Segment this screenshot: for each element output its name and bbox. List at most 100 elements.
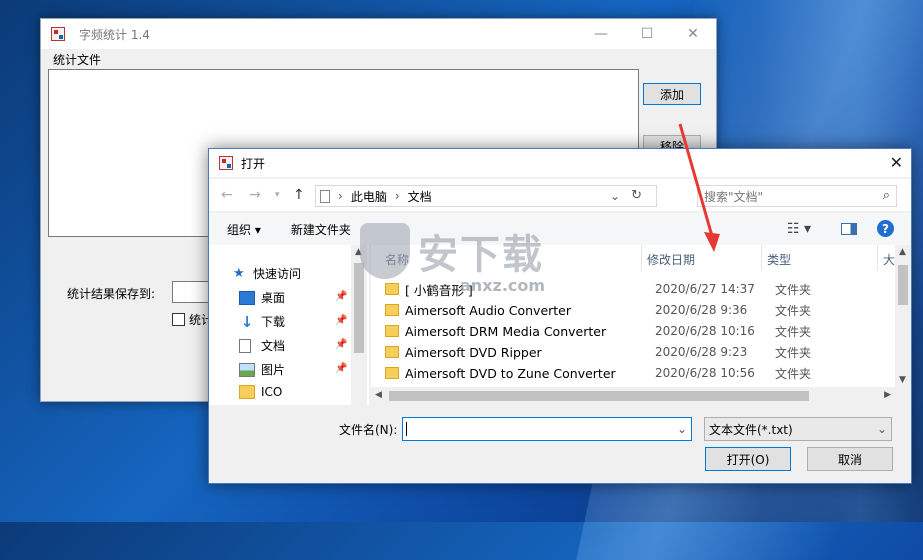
filename-input[interactable]: ⌄ (402, 417, 692, 441)
desktop-icon (239, 290, 255, 305)
list-scroll-thumb[interactable] (898, 265, 908, 305)
list-item[interactable]: Aimersoft DRM Media Converter 2020/6/28 … (385, 321, 885, 341)
document-icon (239, 338, 251, 353)
nav-ico-folder[interactable]: ICO (239, 385, 282, 399)
chevron-down-icon[interactable]: ⌄ (677, 422, 687, 436)
search-icon[interactable]: ⌕ (883, 188, 890, 203)
scroll-right-icon[interactable]: ▶ (884, 390, 891, 400)
dialog-title: 打开 (241, 156, 266, 171)
item-date: 2020/6/28 9:36 (655, 303, 748, 317)
scroll-left-icon[interactable]: ◀ (375, 390, 382, 400)
folder-icon (385, 325, 399, 337)
nav-documents[interactable]: 文档 (239, 337, 285, 354)
column-divider[interactable] (877, 245, 878, 271)
file-group-label: 统计文件 (53, 53, 102, 67)
new-folder-button[interactable]: 新建文件夹 (291, 221, 351, 238)
watermark-shield-icon (360, 223, 410, 279)
minimize-button[interactable]: — (578, 19, 624, 49)
list-vertical-scrollbar[interactable]: ▲ ▼ (895, 245, 911, 387)
document-location-icon (320, 189, 330, 203)
dialog-toolbar: 组织 ▾ 新建文件夹 ☷ ▾ ? (209, 213, 911, 245)
app-titlebar[interactable]: 字频统计 1.4 — ☐ ✕ (41, 19, 716, 49)
add-button[interactable]: 添加 (643, 83, 701, 105)
nav-downloads[interactable]: ↓ 下载 (239, 313, 285, 330)
filename-label: 文件名(N): (339, 423, 398, 437)
search-input[interactable]: 搜索"文档" (704, 188, 763, 205)
column-size[interactable]: 大 (883, 251, 895, 268)
forward-arrow-icon[interactable]: → (249, 187, 261, 203)
pin-icon: 📌 (335, 363, 348, 374)
nav-pictures[interactable]: 图片 (239, 361, 285, 378)
search-box[interactable]: 搜索"文档" ⌕ (697, 185, 897, 207)
list-item[interactable]: Aimersoft DVD to Zune Converter 2020/6/2… (385, 363, 885, 383)
horizontal-scroll-thumb[interactable] (389, 391, 809, 401)
item-date: 2020/6/28 10:56 (655, 366, 755, 380)
pin-icon: 📌 (335, 291, 348, 302)
column-date[interactable]: 修改日期 (647, 251, 695, 268)
chevron-down-icon[interactable]: ⌄ (877, 422, 887, 436)
file-type-value: 文本文件(*.txt) (709, 422, 793, 437)
preview-pane-icon[interactable] (841, 223, 857, 235)
app-title: 字频统计 1.4 (79, 27, 150, 42)
item-name: Aimersoft DVD to Zune Converter (405, 365, 616, 381)
back-arrow-icon[interactable]: ← (221, 187, 233, 203)
nav-desktop[interactable]: 桌面 (239, 289, 285, 306)
list-item[interactable]: Aimersoft Audio Converter 2020/6/28 9:36… (385, 300, 885, 320)
text-caret (406, 422, 407, 436)
star-icon: ★ (233, 266, 245, 281)
pin-icon: 📌 (335, 339, 348, 350)
save-label: 统计结果保存到: (67, 287, 156, 301)
up-arrow-icon[interactable]: ↑ (293, 187, 305, 203)
dialog-close-button[interactable]: ✕ (890, 153, 903, 172)
open-dialog: 打开 ✕ ← → ▾ ↑ › 此电脑 › 文档 ⌄ ↻ 搜索"文档" ⌕ 组织 … (208, 148, 912, 484)
folder-icon (239, 385, 255, 399)
scroll-down-icon[interactable]: ▼ (899, 375, 906, 385)
item-name: Aimersoft DRM Media Converter (405, 323, 607, 339)
item-name: Aimersoft Audio Converter (405, 302, 572, 318)
folder-icon (385, 346, 399, 358)
open-button[interactable]: 打开(O) (705, 447, 791, 471)
nav-quick-access[interactable]: ★ 快速访问 (233, 265, 301, 282)
close-button[interactable]: ✕ (670, 19, 716, 49)
list-horizontal-scrollbar[interactable]: ◀ ▶ (371, 387, 895, 405)
watermark-text: 安下载 (418, 232, 544, 278)
cancel-button[interactable]: 取消 (807, 447, 893, 471)
dialog-titlebar[interactable]: 打开 ✕ (209, 149, 911, 177)
item-type: 文件夹 (775, 345, 812, 360)
file-type-select[interactable]: 文本文件(*.txt) ⌄ (704, 417, 892, 441)
nav-label: 快速访问 (253, 267, 302, 281)
stat-checkbox[interactable]: 统计 (172, 311, 213, 328)
column-divider[interactable] (761, 245, 762, 271)
item-date: 2020/6/28 9:23 (655, 345, 748, 359)
item-date: 2020/6/28 10:16 (655, 324, 755, 338)
watermark-url: anxz.com (460, 276, 546, 295)
item-type: 文件夹 (775, 303, 812, 318)
dialog-app-icon (219, 156, 233, 170)
help-icon[interactable]: ? (877, 220, 894, 237)
organize-menu[interactable]: 组织 ▾ (227, 221, 261, 238)
recent-chevron-icon[interactable]: ▾ (275, 190, 280, 200)
refresh-icon[interactable]: ↻ (631, 188, 642, 203)
list-item[interactable]: Aimersoft DVD Ripper 2020/6/28 9:23 文件夹 (385, 342, 885, 362)
download-icon: ↓ (240, 312, 254, 331)
watermark: 安下载 (360, 222, 544, 280)
column-type[interactable]: 类型 (767, 251, 791, 268)
maximize-button[interactable]: ☐ (624, 19, 670, 49)
breadcrumb-this-pc[interactable]: 此电脑 (351, 188, 387, 205)
nav-label: 桌面 (261, 291, 286, 305)
navigation-bar: ← → ▾ ↑ › 此电脑 › 文档 ⌄ ↻ 搜索"文档" ⌕ (209, 179, 911, 211)
item-name: Aimersoft DVD Ripper (405, 344, 542, 360)
address-bar[interactable]: › 此电脑 › 文档 ⌄ ↻ (315, 185, 657, 207)
item-type: 文件夹 (775, 324, 812, 339)
scroll-up-icon[interactable]: ▲ (899, 247, 906, 257)
item-date: 2020/6/27 14:37 (655, 282, 755, 296)
breadcrumb-documents[interactable]: 文档 (408, 188, 432, 205)
folder-icon (385, 367, 399, 379)
picture-icon (239, 362, 255, 377)
view-options-icon[interactable]: ☷ ▾ (787, 221, 811, 237)
nav-label: 图片 (261, 363, 286, 377)
column-divider[interactable] (641, 245, 642, 271)
address-dropdown-icon[interactable]: ⌄ (610, 189, 620, 203)
chevron-right-icon: › (394, 189, 400, 203)
checkbox-box[interactable] (172, 313, 185, 326)
